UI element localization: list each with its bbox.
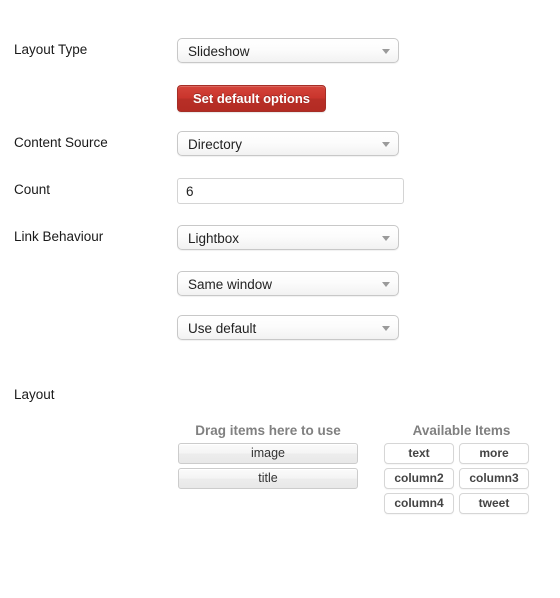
label-layout: Layout bbox=[14, 387, 55, 402]
chevron-down-icon bbox=[382, 142, 390, 147]
chevron-down-icon bbox=[382, 49, 390, 54]
form-row-content-source: Content Source Directory bbox=[0, 131, 560, 157]
available-items-heading: Available Items bbox=[412, 423, 511, 438]
form-row-layout-type: Layout Type Slideshow bbox=[0, 38, 560, 64]
dropzone-heading: Drag items here to use bbox=[195, 423, 341, 438]
form-row-set-defaults: Set default options bbox=[0, 85, 560, 112]
content-source-select[interactable]: Directory bbox=[177, 131, 399, 156]
list-item[interactable]: column4 bbox=[384, 493, 454, 514]
label-layout-type: Layout Type bbox=[14, 42, 88, 57]
link-behaviour-select[interactable]: Lightbox bbox=[177, 225, 399, 250]
list-item[interactable]: image bbox=[178, 443, 358, 464]
chevron-down-icon bbox=[382, 326, 390, 331]
count-input[interactable] bbox=[177, 178, 404, 204]
list-item[interactable]: tweet bbox=[459, 493, 529, 514]
form-row-window-target: Same window bbox=[0, 271, 560, 297]
window-target-select[interactable]: Same window bbox=[177, 271, 399, 296]
available-items-palette: text more column2 column3 column4 tweet bbox=[384, 443, 539, 514]
form-row-use-default: Use default bbox=[0, 315, 560, 341]
list-item[interactable]: text bbox=[384, 443, 454, 464]
window-target-select-value: Same window bbox=[188, 277, 273, 292]
list-item[interactable]: column3 bbox=[459, 468, 529, 489]
use-default-select-value: Use default bbox=[188, 321, 257, 336]
chevron-down-icon bbox=[382, 282, 390, 287]
label-link-behaviour: Link Behaviour bbox=[14, 229, 104, 244]
set-default-options-button[interactable]: Set default options bbox=[177, 85, 326, 112]
label-content-source: Content Source bbox=[14, 135, 108, 150]
label-count: Count bbox=[14, 182, 51, 197]
use-default-select[interactable]: Use default bbox=[177, 315, 399, 340]
layout-type-select[interactable]: Slideshow bbox=[177, 38, 399, 63]
form-row-link-behaviour: Link Behaviour Lightbox bbox=[0, 225, 560, 251]
content-source-select-value: Directory bbox=[188, 137, 243, 152]
form-row-count: Count bbox=[0, 178, 560, 204]
list-item[interactable]: title bbox=[178, 468, 358, 489]
list-item[interactable]: more bbox=[459, 443, 529, 464]
link-behaviour-select-value: Lightbox bbox=[188, 231, 240, 246]
list-item[interactable]: column2 bbox=[384, 468, 454, 489]
layout-dropzone[interactable]: image title bbox=[178, 443, 358, 493]
chevron-down-icon bbox=[382, 236, 390, 241]
layout-type-select-value: Slideshow bbox=[188, 44, 250, 59]
